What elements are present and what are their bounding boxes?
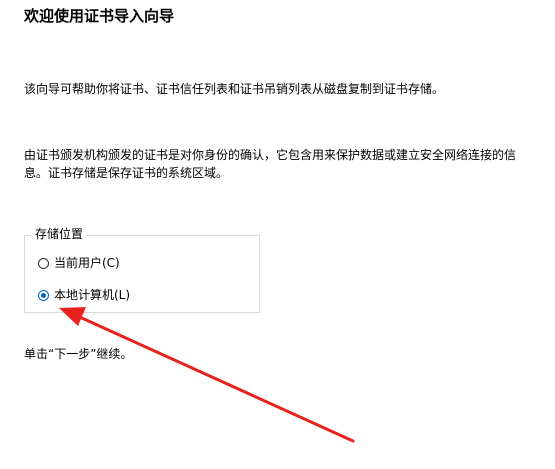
radio-local-machine-label[interactable]: 本地计算机(L) — [54, 287, 130, 303]
radio-local-machine[interactable]: 本地计算机(L) — [38, 287, 130, 303]
radio-checked-icon[interactable] — [38, 289, 49, 301]
radio-unchecked-icon[interactable] — [38, 257, 49, 269]
wizard-intro-text: 该向导可帮助你将证书、证书信任列表和证书吊销列表从磁盘复制到证书存储。 — [24, 82, 445, 96]
store-location-label: 存储位置 — [31, 226, 88, 242]
radio-current-user[interactable]: 当前用户(C) — [38, 255, 120, 271]
radio-current-user-label[interactable]: 当前用户(C) — [54, 255, 120, 271]
wizard-description-text: 由证书颁发机构颁发的证书是对你身份的确认，它包含用来保护数据或建立安全网络连接的… — [24, 148, 517, 180]
wizard-footer-text: 单击“下一步”继续。 — [24, 347, 133, 361]
wizard-title: 欢迎使用证书导入向导 — [24, 7, 175, 25]
certificate-import-wizard-page: 欢迎使用证书导入向导 该向导可帮助你将证书、证书信任列表和证书吊销列表从磁盘复制… — [0, 0, 555, 469]
annotation-arrow-shaft — [71, 312, 355, 443]
